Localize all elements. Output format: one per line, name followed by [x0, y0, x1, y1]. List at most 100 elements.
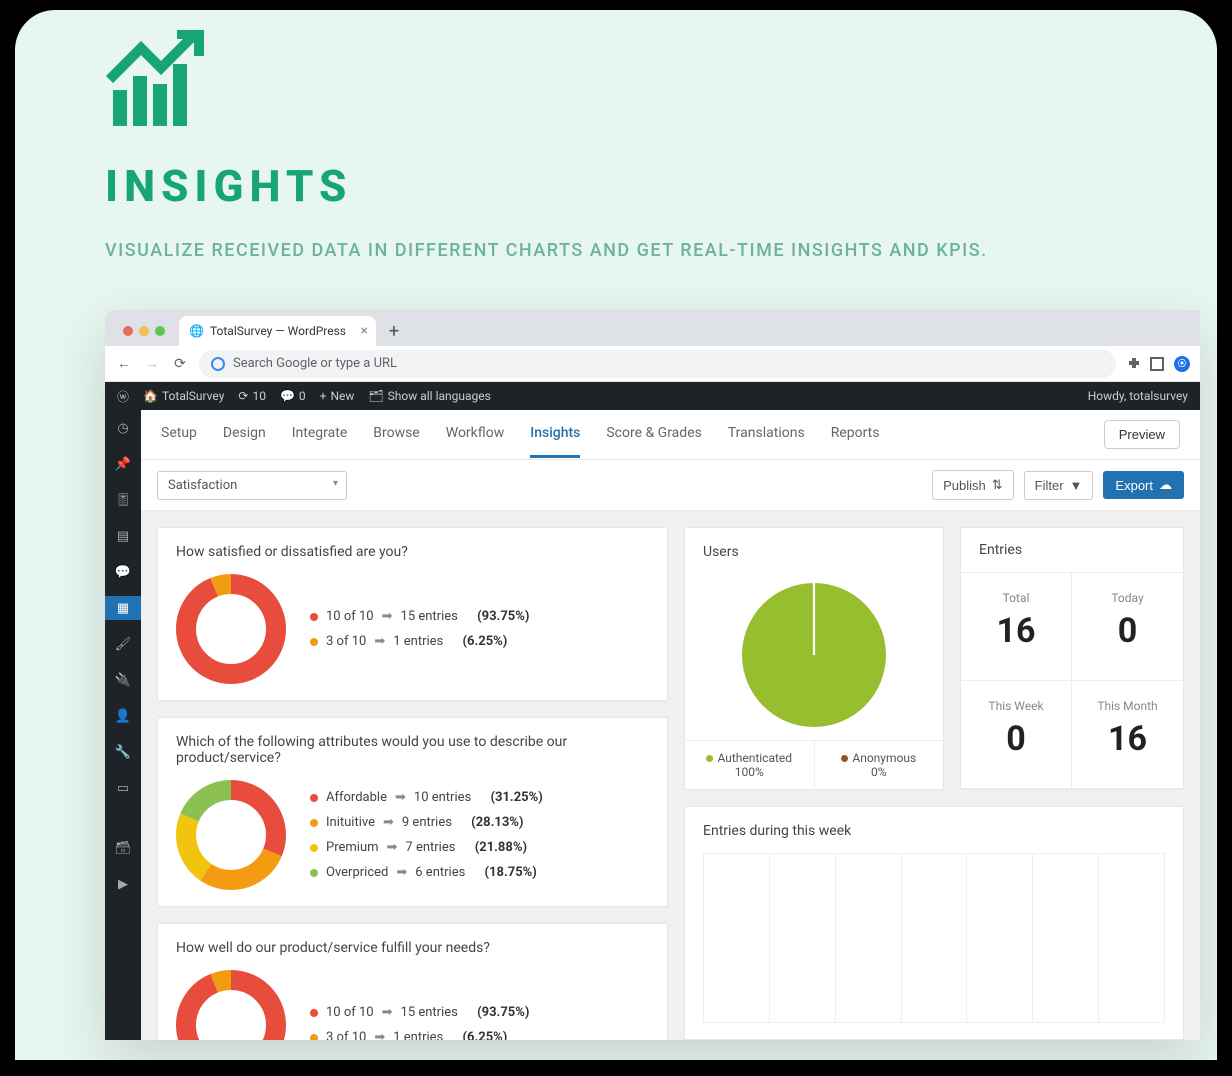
survey-select[interactable]: Satisfaction [157, 471, 347, 500]
filter-button[interactable]: Filter ▼ [1024, 471, 1094, 500]
publish-icon: ⇅ [992, 477, 1003, 493]
browser-window: 🌐 TotalSurvey — WordPress × + ← → ⟳ Sear… [105, 310, 1200, 1040]
stat-week: This Week0 [961, 681, 1072, 789]
content-area: Setup Design Integrate Browse Workflow Insigh… [141, 410, 1200, 1040]
wp-adminbar: ⓦ 🏠 TotalSurvey ⟳ 10 💬 0 + New 🗂 Show al… [105, 382, 1200, 410]
tab-translations[interactable]: Translations [728, 411, 805, 458]
forward-icon[interactable]: → [143, 355, 161, 372]
tab-setup[interactable]: Setup [161, 411, 197, 458]
sidebar-dashboard-icon[interactable]: ◷ [105, 416, 141, 440]
legend-pct: (28.13%) [471, 815, 523, 830]
sidebar-pages-icon[interactable]: ▤ [105, 524, 141, 548]
legend-entries: 10 entries [414, 790, 471, 805]
sidebar-comments-icon[interactable]: 💬 [105, 560, 141, 584]
donut-chart [176, 970, 286, 1040]
extensions-icon[interactable] [1126, 357, 1140, 371]
tab-integrate[interactable]: Integrate [292, 411, 348, 458]
sidebar-plugins-icon[interactable]: 🔌 [105, 668, 141, 692]
legend-pct: (93.75%) [477, 609, 529, 624]
donut-chart [176, 780, 286, 890]
legend-row: Overpriced ➡ 6 entries (18.75%) [310, 865, 543, 880]
window-icon[interactable] [1150, 357, 1164, 371]
traffic-min-icon[interactable] [139, 326, 149, 336]
sidebar-media-icon[interactable]: 🎚 [105, 488, 141, 512]
legend-dot-icon [310, 613, 318, 621]
browser-tab[interactable]: 🌐 TotalSurvey — WordPress × [179, 316, 376, 346]
stat-total: Total16 [961, 573, 1072, 681]
right-column: Users Authenticated100% Anonymous0% [684, 527, 1184, 1024]
profile-icon[interactable]: ⦿ [1174, 356, 1190, 372]
howdy-link[interactable]: Howdy, totalsurvey [1088, 389, 1188, 403]
site-link[interactable]: 🏠 TotalSurvey [143, 389, 224, 403]
users-legend: Authenticated100% Anonymous0% [685, 740, 943, 789]
sidebar-pin-icon[interactable]: 📌 [105, 452, 141, 476]
arrow-icon: ➡ [374, 1030, 385, 1040]
omnibox[interactable]: Search Google or type a URL [199, 350, 1116, 378]
sidebar-survey-icon[interactable]: ▦ [105, 596, 141, 620]
legend-entries: 1 entries [393, 1030, 443, 1040]
users-card: Users Authenticated100% Anonymous0% [684, 527, 944, 790]
legend: 10 of 10 ➡ 15 entries (93.75%) 3 of 10 ➡… [310, 1005, 529, 1040]
stat-today: Today0 [1072, 573, 1183, 681]
tab-browse[interactable]: Browse [373, 411, 419, 458]
legend: Affordable ➡ 10 entries (31.25%) Inituit… [310, 790, 543, 880]
tab-design[interactable]: Design [223, 411, 266, 458]
updates-link[interactable]: ⟳ 10 [238, 389, 266, 403]
traffic-close-icon[interactable] [123, 326, 133, 336]
arrow-icon: ➡ [383, 815, 394, 830]
users-title: Users [703, 544, 925, 560]
question-card: How well do our product/service fulfill … [157, 923, 668, 1040]
legend-label: 3 of 10 [326, 1030, 366, 1040]
legend-label: Inituitive [326, 815, 375, 830]
legend-dot-icon [310, 794, 318, 802]
new-link[interactable]: + New [320, 389, 355, 403]
legend-dot-icon [310, 1009, 318, 1017]
legend-label: 10 of 10 [326, 1005, 374, 1020]
browser-addrbar: ← → ⟳ Search Google or type a URL ⦿ [105, 346, 1200, 382]
week-chart [703, 853, 1165, 1023]
publish-button[interactable]: Publish ⇅ [932, 470, 1014, 500]
reload-icon[interactable]: ⟳ [171, 356, 189, 372]
back-icon[interactable]: ← [115, 355, 133, 372]
entries-stats: Entries Total16 Today0 This Week0 This M… [960, 527, 1184, 790]
tab-score-grades[interactable]: Score & Grades [606, 411, 701, 458]
stat-month: This Month16 [1072, 681, 1183, 789]
legend-entries: 6 entries [415, 865, 465, 880]
preview-button[interactable]: Preview [1104, 420, 1180, 449]
wp-sidebar: ◷ 📌 🎚 ▤ 💬 ▦ 🖌 🔌 👤 🔧 ▭ 🗃 ▶ [105, 410, 141, 1040]
legend-row: 3 of 10 ➡ 1 entries (6.25%) [310, 634, 529, 649]
export-button[interactable]: Export ☁ [1103, 471, 1184, 499]
question-title: How satisfied or dissatisfied are you? [176, 544, 649, 560]
legend-label: Overpriced [326, 865, 388, 880]
sidebar-tools-icon[interactable]: 🔧 [105, 740, 141, 764]
sidebar-extra2-icon[interactable]: ▶ [105, 872, 141, 896]
sidebar-users-icon[interactable]: 👤 [105, 704, 141, 728]
legend-row: 3 of 10 ➡ 1 entries (6.25%) [310, 1030, 529, 1040]
close-tab-icon[interactable]: × [361, 323, 368, 339]
legend-entries: 1 entries [393, 634, 443, 649]
sidebar-extra1-icon[interactable]: 🗃 [105, 836, 141, 860]
sidebar-appearance-icon[interactable]: 🖌 [105, 632, 141, 656]
users-legend-auth: Authenticated100% [685, 741, 815, 789]
tab-workflow[interactable]: Workflow [446, 411, 505, 458]
legend: 10 of 10 ➡ 15 entries (93.75%) 3 of 10 ➡… [310, 609, 529, 649]
languages-link[interactable]: 🗂 Show all languages [368, 389, 490, 403]
sidebar-settings-icon[interactable]: ▭ [105, 776, 141, 800]
legend-pct: (6.25%) [462, 634, 507, 649]
globe-icon: 🌐 [189, 324, 204, 338]
legend-entries: 7 entries [405, 840, 455, 855]
question-title: Which of the following attributes would … [176, 734, 649, 766]
new-tab-button[interactable]: + [382, 316, 406, 346]
legend-pct: (6.25%) [462, 1030, 507, 1040]
users-pie-chart [739, 580, 889, 730]
tab-reports[interactable]: Reports [831, 411, 880, 458]
week-card: Entries during this week [684, 806, 1184, 1040]
traffic-max-icon[interactable] [155, 326, 165, 336]
comments-link[interactable]: 💬 0 [280, 389, 306, 403]
omnibox-placeholder: Search Google or type a URL [233, 356, 397, 371]
wp-logo-icon[interactable]: ⓦ [117, 388, 129, 405]
legend-pct: (93.75%) [477, 1005, 529, 1020]
legend-label: 10 of 10 [326, 609, 374, 624]
legend-label: Affordable [326, 790, 387, 805]
tab-insights[interactable]: Insights [530, 411, 580, 458]
